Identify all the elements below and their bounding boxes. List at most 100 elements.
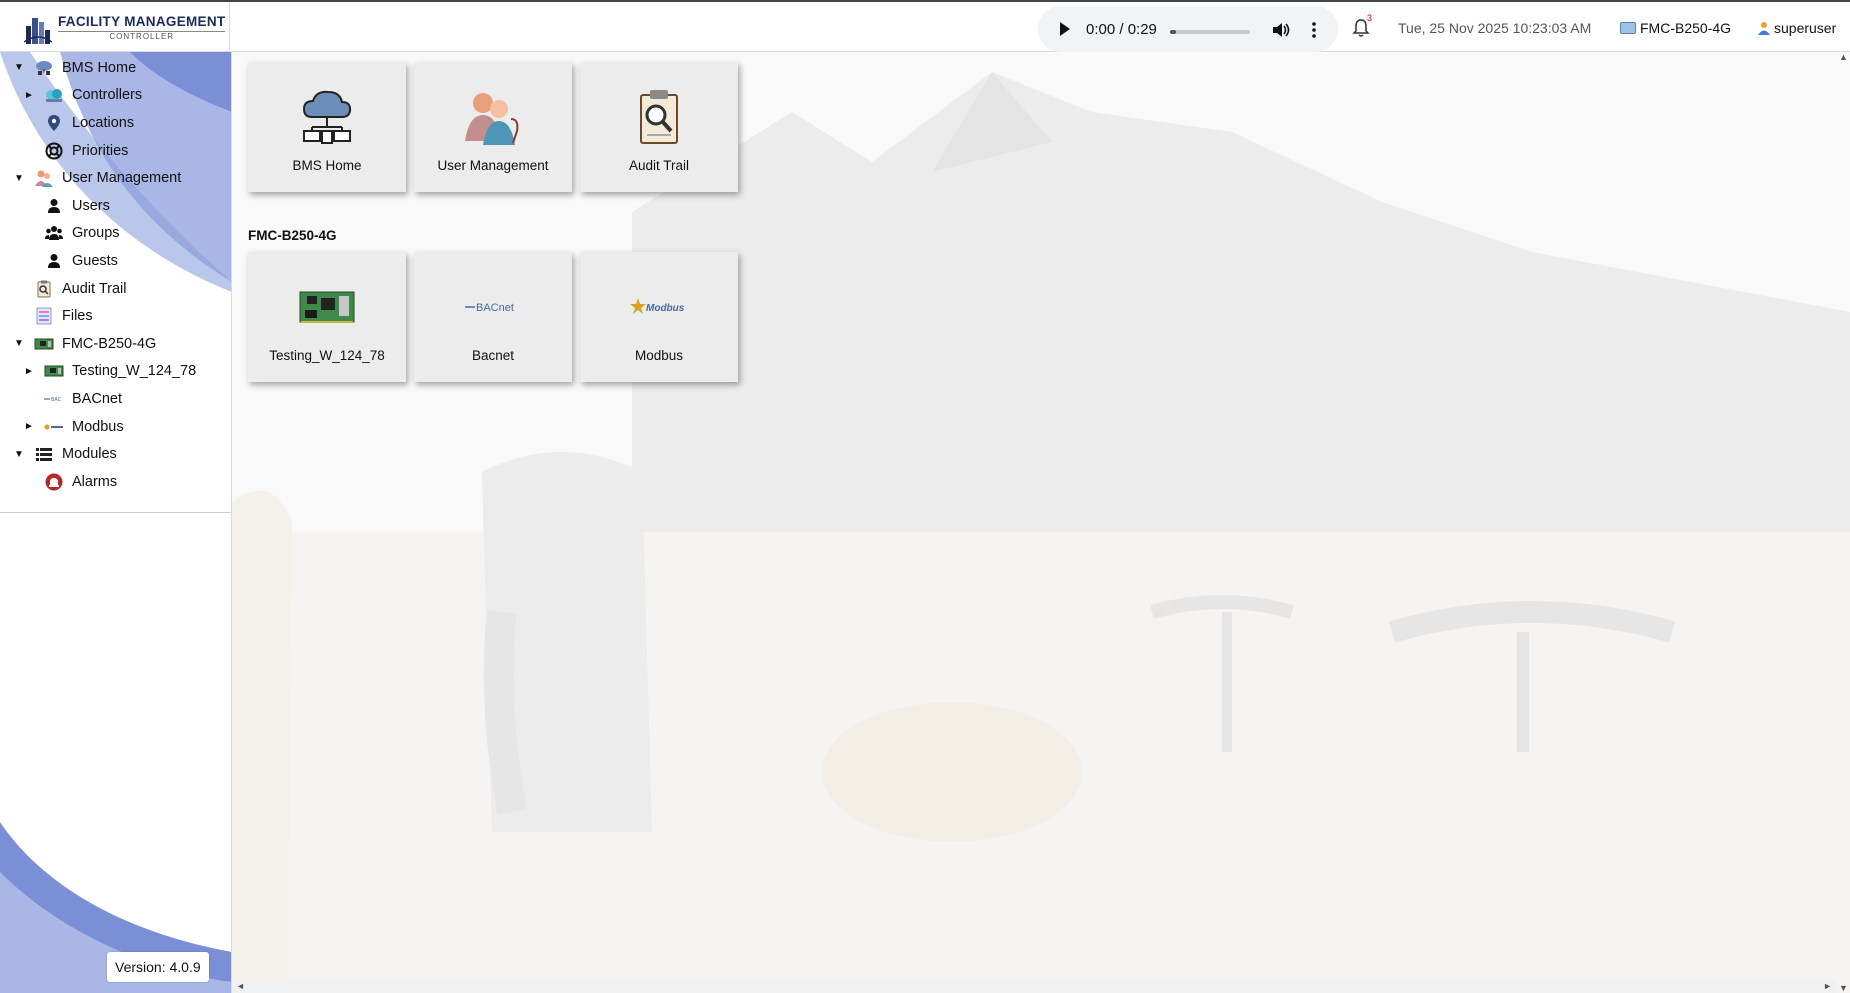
tile-modbus[interactable]: Modbus Modbus xyxy=(580,252,738,382)
controller-selector[interactable]: FMC-B250-4G xyxy=(1620,20,1731,36)
tree-item-label: Alarms xyxy=(72,473,118,490)
scroll-left-icon[interactable]: ◄ xyxy=(236,981,245,991)
savanna-background-illustration xyxy=(232,52,1850,993)
circuit-board-icon xyxy=(44,362,64,380)
tree-item-bacnet[interactable]: BAC BACnet xyxy=(0,385,231,413)
circuit-board-icon xyxy=(299,291,355,323)
tile-label: BMS Home xyxy=(292,158,362,173)
tile-audit-trail[interactable]: Audit Trail xyxy=(580,62,738,192)
tree-item-audit-trail[interactable]: Audit Trail xyxy=(0,275,231,303)
logo-subtitle: CONTROLLER xyxy=(58,30,226,41)
tree-item-label: Controllers xyxy=(72,87,143,104)
circuit-board-icon xyxy=(34,335,54,353)
guest-icon xyxy=(44,252,64,270)
expand-caret-icon[interactable]: ► xyxy=(24,366,34,377)
tree-item-testing-w-124-78[interactable]: ► Testing_W_124_78 xyxy=(0,358,231,386)
more-options-icon[interactable] xyxy=(1312,21,1316,39)
tree-item-controllers[interactable]: ► Controllers xyxy=(0,82,231,110)
user-menu[interactable]: superuser xyxy=(1758,20,1836,36)
current-datetime: Tue, 25 Nov 2025 10:23:03 AM xyxy=(1398,20,1592,36)
scroll-up-icon[interactable]: ▲ xyxy=(1839,52,1848,62)
controller-name: FMC-B250-4G xyxy=(1640,20,1732,36)
tree-item-bms-home[interactable]: ▼ BMS Home xyxy=(0,54,231,82)
tree-item-priorities[interactable]: Priorities xyxy=(0,137,231,165)
expand-caret-icon[interactable]: ▼ xyxy=(14,173,24,184)
controllers-icon xyxy=(44,86,64,104)
lifebuoy-icon xyxy=(44,142,64,160)
tree-item-label: BACnet xyxy=(72,390,122,407)
scroll-down-icon[interactable]: ▼ xyxy=(1839,983,1848,993)
logo-title: FACILITY MANAGEMENT xyxy=(58,14,226,30)
main-content: BMS Home User Management Audit Trail FMC… xyxy=(232,52,1850,993)
tree-item-users[interactable]: Users xyxy=(0,192,231,220)
expand-caret-icon[interactable]: ▼ xyxy=(14,338,24,349)
tile-bms-home[interactable]: BMS Home xyxy=(248,62,406,192)
controller-icon xyxy=(1620,22,1636,34)
tile-label: User Management xyxy=(437,158,549,173)
navigation-tree: ▼ BMS Home ► Controllers Locations Prior… xyxy=(0,54,231,496)
play-icon[interactable] xyxy=(1060,22,1070,36)
expand-caret-icon[interactable]: ► xyxy=(24,421,34,432)
modbus-icon xyxy=(44,418,64,436)
tree-item-label: Audit Trail xyxy=(62,280,127,297)
bacnet-icon: BAC xyxy=(44,390,64,408)
sidebar-divider xyxy=(0,512,231,513)
audio-player: 0:00 / 0:29 xyxy=(1038,6,1338,52)
tree-item-fmc-b250-4g[interactable]: ▼ FMC-B250-4G xyxy=(0,330,231,358)
scroll-right-icon[interactable]: ► xyxy=(1823,981,1832,991)
tile-testing-w-124-78[interactable]: Testing_W_124_78 xyxy=(248,252,406,382)
audio-time: 0:00 / 0:29 xyxy=(1086,21,1157,38)
users-group-icon xyxy=(465,93,519,145)
tree-item-user-management[interactable]: ▼ User Management xyxy=(0,164,231,192)
tile-label: Bacnet xyxy=(471,348,515,363)
user-icon xyxy=(44,197,64,215)
tile-label: Audit Trail xyxy=(628,158,690,173)
tree-item-modules[interactable]: ▼ Modules xyxy=(0,440,231,468)
tree-item-locations[interactable]: Locations xyxy=(0,109,231,137)
svg-text:BACnet: BACnet xyxy=(476,302,514,314)
tree-item-label: Modbus xyxy=(72,418,124,435)
tree-item-guests[interactable]: Guests xyxy=(0,247,231,275)
building-logo-icon xyxy=(24,18,52,44)
expand-caret-icon[interactable]: ▼ xyxy=(14,62,24,73)
expand-caret-icon[interactable]: ► xyxy=(24,90,34,101)
audit-clipboard-icon xyxy=(640,90,678,144)
horizontal-scrollbar[interactable]: ◄ ► xyxy=(232,979,1836,993)
audio-progress-slider[interactable] xyxy=(1170,30,1250,34)
tree-item-label: Testing_W_124_78 xyxy=(72,363,197,380)
bacnet-logo-icon: BACnet xyxy=(465,302,514,314)
files-icon xyxy=(34,307,54,325)
audit-clipboard-icon xyxy=(34,280,54,298)
tree-item-label: User Management xyxy=(62,170,182,187)
modbus-logo-icon: Modbus xyxy=(630,298,685,314)
modules-list-icon xyxy=(34,445,54,463)
group-icon xyxy=(44,224,64,242)
vertical-scrollbar[interactable]: ▲ ▼ xyxy=(1836,52,1850,993)
tile-bacnet[interactable]: BACnet Bacnet xyxy=(414,252,572,382)
expand-caret-icon[interactable]: ▼ xyxy=(14,449,24,460)
top-header: FACILITY MANAGEMENT CONTROLLER 0:00 / 0:… xyxy=(0,0,1850,54)
location-pin-icon xyxy=(44,114,64,132)
tree-item-alarms[interactable]: Alarms xyxy=(0,468,231,496)
app-logo[interactable]: FACILITY MANAGEMENT CONTROLLER xyxy=(0,2,230,54)
tree-item-label: FMC-B250-4G xyxy=(62,335,157,352)
tree-item-label: Users xyxy=(72,197,110,214)
tree-item-label: Locations xyxy=(72,114,135,131)
tree-item-label: Guests xyxy=(72,252,118,269)
tree-item-files[interactable]: Files xyxy=(0,302,231,330)
users-group-icon xyxy=(34,169,54,188)
tree-item-groups[interactable]: Groups xyxy=(0,220,231,248)
tile-label: Testing_W_124_78 xyxy=(269,348,385,363)
volume-icon[interactable] xyxy=(1272,22,1290,38)
username: superuser xyxy=(1774,20,1837,36)
tile-user-management[interactable]: User Management xyxy=(414,62,572,192)
tree-item-label: Modules xyxy=(62,446,117,463)
audio-progress-fill xyxy=(1170,30,1176,34)
tree-item-label: Files xyxy=(62,308,93,325)
tile-label: Modbus xyxy=(634,348,684,363)
notification-badge: 3 xyxy=(1367,13,1373,23)
version-label: Version: 4.0.9 xyxy=(107,952,209,982)
svg-text:BAC: BAC xyxy=(51,397,62,403)
cloud-network-icon xyxy=(302,90,352,144)
tree-item-modbus[interactable]: ► Modbus xyxy=(0,413,231,441)
